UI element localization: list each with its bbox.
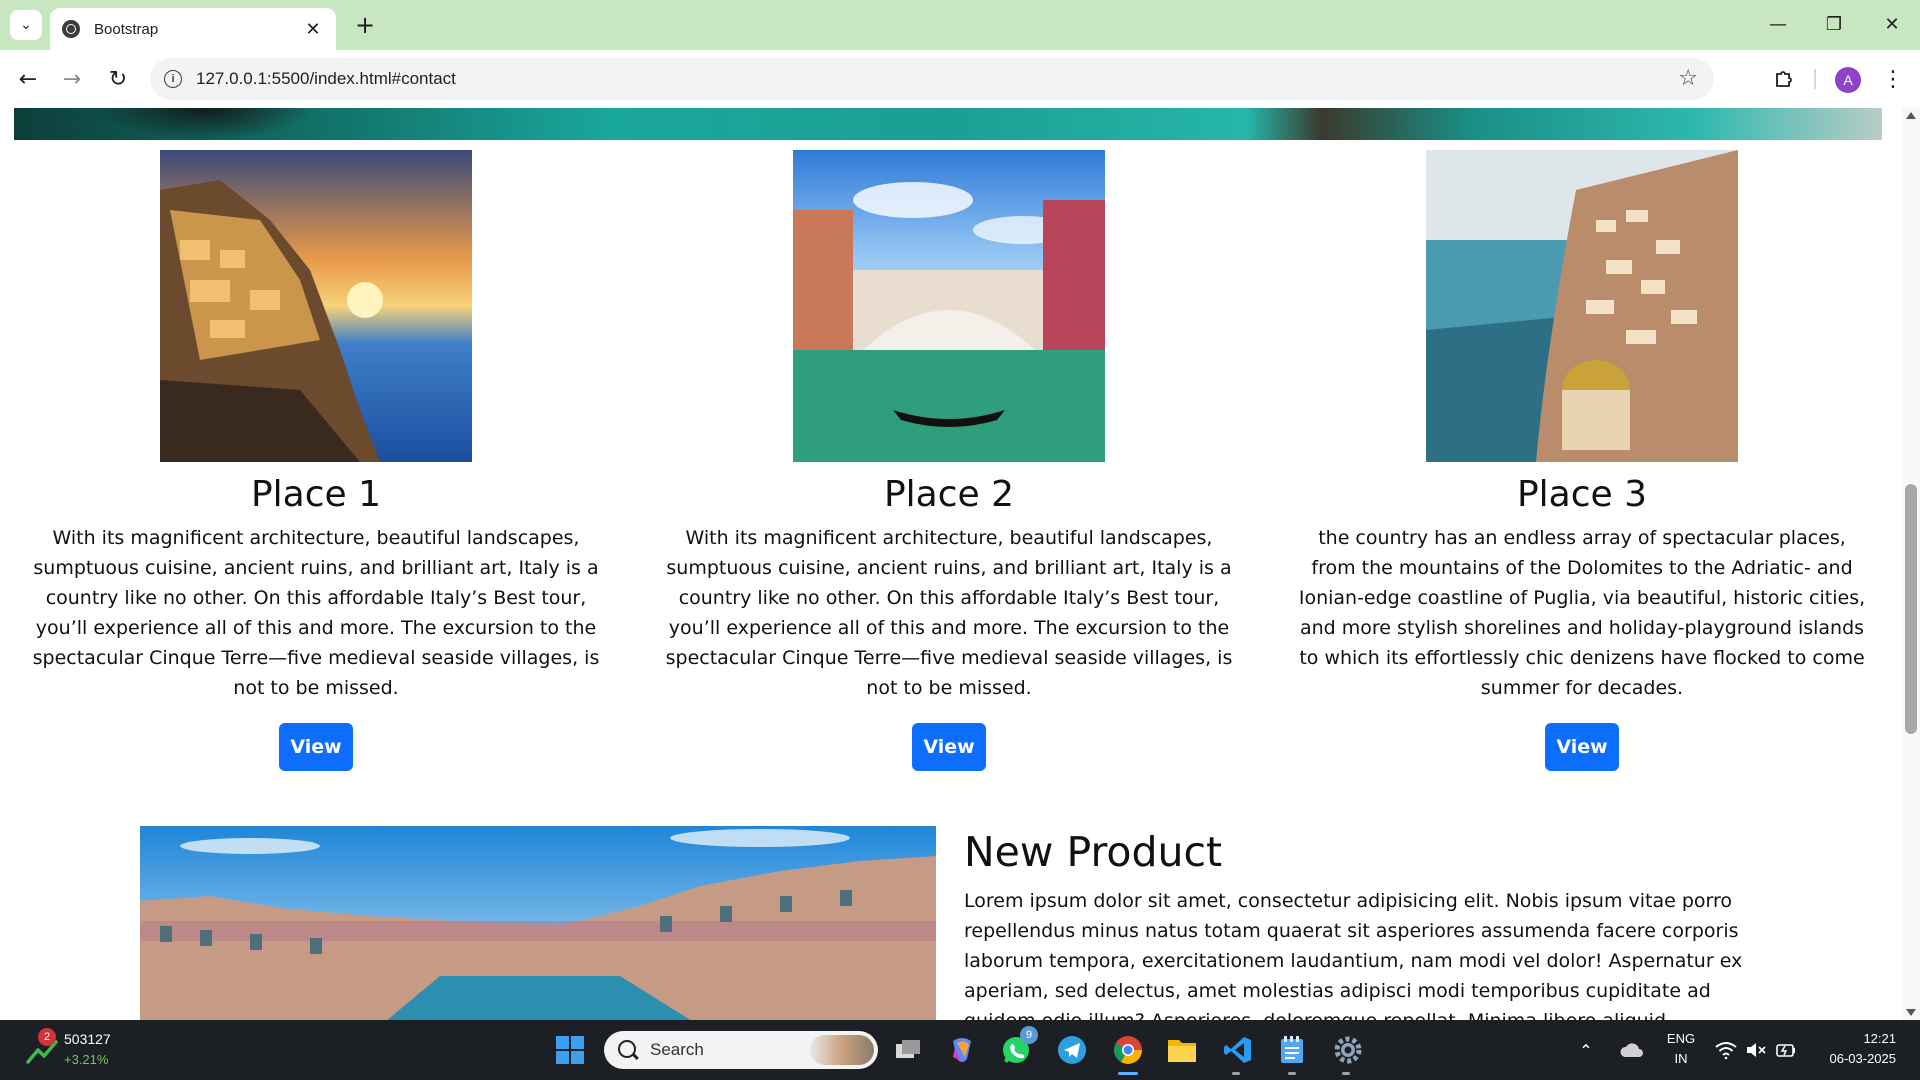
tray-overflow-chevron-icon[interactable]: ⌃ xyxy=(1574,1032,1598,1068)
volume-muted-icon[interactable] xyxy=(1742,1032,1770,1068)
vscode-icon[interactable] xyxy=(1220,1032,1256,1068)
copilot-icon[interactable] xyxy=(944,1032,980,1068)
close-window-button[interactable]: ✕ xyxy=(1864,6,1920,42)
product-title: New Product xyxy=(964,828,1223,876)
minimize-button[interactable]: — xyxy=(1750,6,1806,42)
bookmark-star-icon[interactable]: ☆ xyxy=(1678,66,1698,91)
telegram-icon[interactable] xyxy=(1054,1032,1090,1068)
browser-toolbar: ← → ↻ i 127.0.0.1:5500/index.html#contac… xyxy=(0,50,1920,108)
restore-button[interactable]: ❐ xyxy=(1806,6,1862,42)
whatsapp-icon[interactable]: 9 xyxy=(998,1026,1038,1068)
forward-arrow-icon[interactable]: → xyxy=(54,61,90,97)
search-highlight-image xyxy=(810,1035,874,1065)
place-card-1: Place 1 With its magnificent architectur… xyxy=(6,150,626,771)
chrome-icon[interactable] xyxy=(1110,1032,1146,1068)
site-info-icon[interactable]: i xyxy=(164,70,182,88)
product-description: Lorem ipsum dolor sit amet, consectetur … xyxy=(964,890,1743,1020)
card-image-rialto-bridge xyxy=(793,150,1105,462)
vscode-running-indicator xyxy=(1232,1072,1240,1075)
notepad-icon[interactable] xyxy=(1274,1032,1310,1068)
page-viewport: Place 1 With its magnificent architectur… xyxy=(0,108,1902,1020)
card-title: Place 1 xyxy=(250,474,382,515)
battery-charging-icon[interactable] xyxy=(1772,1032,1800,1068)
scroll-up-arrow-icon[interactable] xyxy=(1906,112,1916,119)
card-description: With its magnificent architecture, beaut… xyxy=(665,527,1233,699)
reload-icon[interactable]: ↻ xyxy=(100,61,136,97)
clock-date[interactable]: 06-03-2025 xyxy=(1806,1051,1897,1066)
kebab-menu-icon[interactable]: ⋮ xyxy=(1880,61,1906,97)
address-bar[interactable]: i 127.0.0.1:5500/index.html#contact ☆ xyxy=(150,58,1714,100)
browser-titlebar: ⌄ Bootstrap ✕ + — ❐ ✕ xyxy=(0,0,1920,50)
place-card-2: Place 2 With its magnificent architectur… xyxy=(639,150,1259,771)
browser-tab[interactable]: Bootstrap ✕ xyxy=(50,8,336,50)
place-card-3: Place 3 the country has an endless array… xyxy=(1272,150,1892,771)
windows-taskbar: 2 503127 +3.21% Search 9 ⌃ ENG IN 12:21 … xyxy=(0,1020,1920,1080)
card-image-positano xyxy=(1426,150,1738,462)
globe-icon xyxy=(62,20,80,38)
card-description: the country has an endless array of spec… xyxy=(1298,527,1866,699)
toolbar-divider xyxy=(1814,69,1816,89)
url-text[interactable]: 127.0.0.1:5500/index.html#contact xyxy=(196,69,456,89)
view-button[interactable]: View xyxy=(279,723,353,771)
stock-value[interactable]: 503127 xyxy=(64,1031,111,1047)
onedrive-cloud-icon[interactable] xyxy=(1616,1032,1648,1068)
extensions-puzzle-icon[interactable] xyxy=(1766,61,1802,97)
windows-start-icon[interactable] xyxy=(552,1032,588,1068)
language-region[interactable]: IN xyxy=(1664,1051,1698,1066)
whatsapp-badge: 9 xyxy=(1020,1026,1038,1044)
settings-running-indicator xyxy=(1342,1072,1350,1075)
card-title: Place 3 xyxy=(1516,474,1648,515)
product-image-venice-canal xyxy=(140,826,936,1020)
taskbar-search-placeholder: Search xyxy=(650,1040,704,1059)
card-title: Place 2 xyxy=(883,474,1015,515)
tab-close-icon[interactable]: ✕ xyxy=(302,18,324,40)
task-view-icon[interactable] xyxy=(890,1032,926,1068)
page-scrollbar[interactable] xyxy=(1902,108,1920,1020)
profile-avatar[interactable]: A xyxy=(1835,67,1861,93)
search-icon xyxy=(618,1040,636,1058)
clock-time[interactable]: 12:21 xyxy=(1826,1031,1896,1046)
hero-banner-image xyxy=(14,108,1882,140)
view-button[interactable]: View xyxy=(1545,723,1619,771)
tab-search-chevron-icon[interactable]: ⌄ xyxy=(10,10,42,40)
language-code[interactable]: ENG xyxy=(1664,1031,1698,1046)
wifi-icon[interactable] xyxy=(1712,1032,1740,1068)
new-tab-button[interactable]: + xyxy=(352,11,378,39)
settings-gear-icon[interactable] xyxy=(1330,1032,1366,1068)
taskbar-search-box[interactable]: Search xyxy=(604,1031,878,1069)
view-button[interactable]: View xyxy=(912,723,986,771)
tab-title: Bootstrap xyxy=(94,20,159,38)
notepad-running-indicator xyxy=(1288,1072,1296,1075)
stock-change[interactable]: +3.21% xyxy=(64,1052,108,1067)
back-arrow-icon[interactable]: ← xyxy=(10,61,46,97)
stock-notification-badge: 2 xyxy=(38,1028,56,1046)
scroll-down-arrow-icon[interactable] xyxy=(1906,1009,1916,1016)
chrome-active-indicator xyxy=(1118,1072,1138,1075)
scroll-thumb[interactable] xyxy=(1905,484,1917,734)
card-description: With its magnificent architecture, beaut… xyxy=(32,527,600,699)
file-explorer-icon[interactable] xyxy=(1164,1032,1200,1068)
card-image-cinque-terre xyxy=(160,150,472,462)
